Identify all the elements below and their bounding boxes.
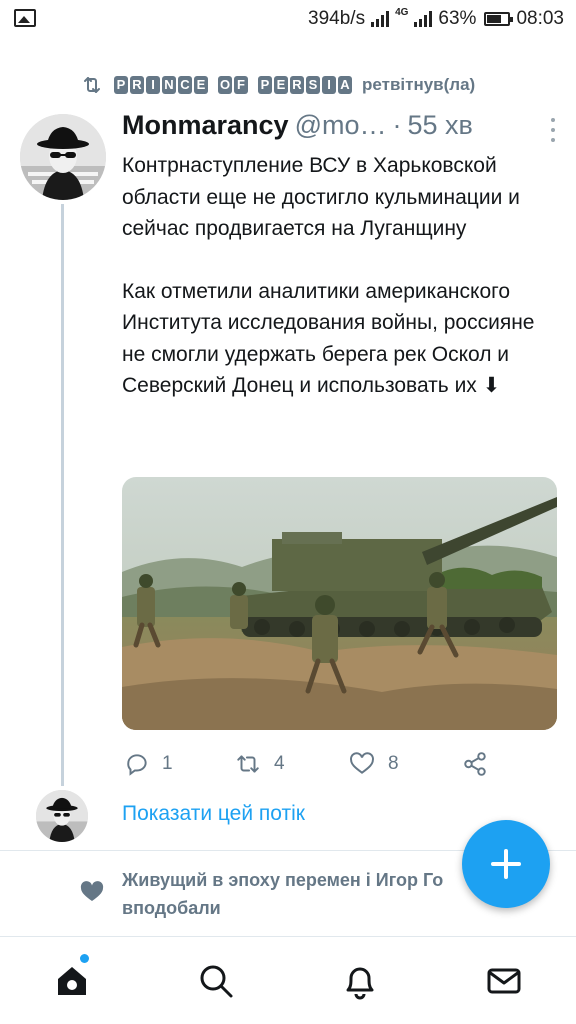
avatar[interactable] bbox=[20, 114, 106, 200]
bottom-nav bbox=[0, 936, 576, 1024]
display-name[interactable]: Monmarancy bbox=[122, 110, 289, 141]
retweeter-name-letter: P bbox=[114, 76, 128, 94]
notifications-icon[interactable] bbox=[340, 961, 380, 1001]
retweeter-name-letter: A bbox=[338, 76, 352, 94]
retweeter-name-letter: O bbox=[218, 76, 232, 94]
retweet-action-icon bbox=[237, 755, 259, 773]
retweeter-name-letter: E bbox=[274, 76, 288, 94]
like-icon bbox=[350, 752, 374, 774]
retweeter-name-letter: E bbox=[194, 76, 208, 94]
retweeter-name-letter: P bbox=[258, 76, 272, 94]
tweet-actions: 1 4 8 bbox=[122, 748, 562, 780]
reply-button[interactable]: 1 bbox=[124, 748, 173, 780]
timestamp: 55 хв bbox=[407, 110, 473, 140]
reply-count: 1 bbox=[162, 753, 173, 774]
retweet-count: 4 bbox=[274, 753, 285, 774]
retweeter-name-letter: R bbox=[290, 76, 304, 94]
share-icon bbox=[464, 752, 486, 776]
signal-icon-2 bbox=[414, 11, 433, 27]
messages-icon[interactable] bbox=[484, 961, 524, 1001]
retweeter-name-letter: C bbox=[178, 76, 192, 94]
retweet-button[interactable]: 4 bbox=[234, 748, 285, 780]
thread-line bbox=[61, 204, 64, 786]
tweet-text: Контрнаступление ВСУ в Харьковской облас… bbox=[122, 150, 562, 402]
retweet-action-label: ретвітнув(ла) bbox=[362, 75, 476, 94]
status-bar: 394b/s 4G 63% 08:03 bbox=[0, 0, 576, 40]
compose-tweet-button[interactable] bbox=[462, 820, 550, 908]
gallery-icon bbox=[14, 9, 36, 27]
word-gap bbox=[210, 76, 216, 94]
like-button[interactable]: 8 bbox=[348, 748, 399, 780]
signal-icon bbox=[371, 11, 390, 27]
battery-icon bbox=[484, 12, 514, 26]
heart-icon bbox=[80, 881, 104, 901]
retweet-header[interactable]: PRINCEPRINCEOFOFPERSIAPERSIA ретвітнув(л… bbox=[80, 70, 475, 100]
retweeter-name-letter: S bbox=[306, 76, 320, 94]
tweet-paragraph-1: Контрнаступление ВСУ в Харьковской облас… bbox=[122, 154, 520, 240]
home-notification-dot bbox=[80, 954, 89, 963]
show-thread-link[interactable]: Показати цей потік bbox=[122, 802, 305, 826]
liked-by-text: Живущий в эпоху перемен і Игор Го вподоб… bbox=[122, 866, 480, 922]
like-count: 8 bbox=[388, 753, 399, 774]
thread-avatar[interactable] bbox=[36, 790, 88, 842]
word-gap bbox=[250, 76, 256, 94]
battery-percent: 63% bbox=[438, 8, 477, 29]
retweeter-name-letter: R bbox=[130, 76, 144, 94]
retweeter-name[interactable]: PRINCEPRINCEOFOFPERSIAPERSIA bbox=[114, 76, 352, 94]
search-icon[interactable] bbox=[196, 961, 236, 1001]
tweet-header[interactable]: Monmarancy @mo… · 55 хв bbox=[122, 110, 558, 148]
tweet-paragraph-2: Как отметили аналитики американского Инс… bbox=[122, 279, 535, 398]
retweeter-name-letter: I bbox=[322, 76, 336, 94]
retweet-icon bbox=[84, 77, 100, 93]
clock: 08:03 bbox=[516, 8, 564, 29]
tweet-image[interactable] bbox=[122, 477, 557, 730]
liked-by-names: Живущий в эпоху перемен і Игор Го bbox=[122, 870, 444, 890]
home-icon[interactable] bbox=[52, 961, 92, 1001]
separator: · bbox=[392, 110, 402, 140]
handle: @mo… bbox=[294, 110, 387, 140]
share-button[interactable] bbox=[462, 748, 488, 780]
reply-icon bbox=[127, 754, 147, 776]
more-options-icon[interactable] bbox=[550, 118, 556, 142]
liked-by-action: вподобали bbox=[122, 898, 221, 918]
retweeter-name-letter: I bbox=[146, 76, 160, 94]
retweeter-name-letter: F bbox=[234, 76, 248, 94]
net-speed: 394b/s bbox=[308, 8, 366, 29]
status-bar-right: 394b/s 4G 63% 08:03 bbox=[308, 6, 564, 32]
retweeter-name-letter: N bbox=[162, 76, 176, 94]
network-type: 4G bbox=[395, 7, 409, 18]
